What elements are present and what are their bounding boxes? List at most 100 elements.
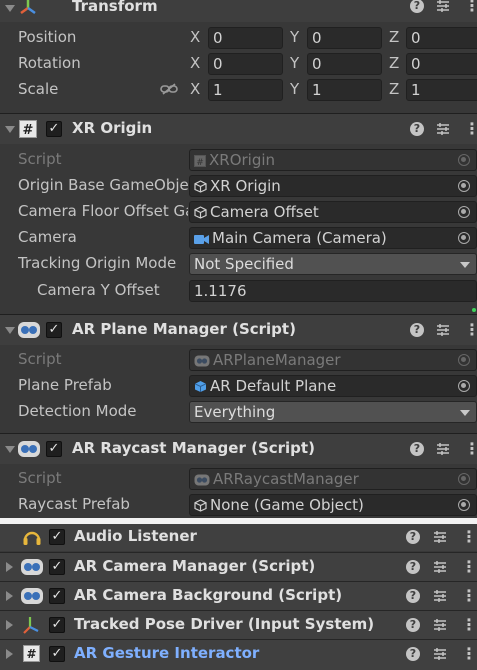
rotation-z-axis[interactable]: Z [389,54,399,72]
help-icon[interactable]: ? [406,589,420,603]
component-enabled-checkbox[interactable]: ✓ [49,617,65,633]
object-picker-icon[interactable] [458,380,470,392]
component-enabled-checkbox[interactable]: ✓ [49,559,65,575]
scale-z-field[interactable]: 1 [406,79,477,101]
ar-camera-background-header[interactable]: ✓ AR Camera Background (Script) ? ⋮ [0,581,477,610]
scale-y-axis[interactable]: Y [290,80,299,98]
component-menu-icon[interactable]: ⋮ [461,527,477,546]
tracked-pose-driver-header[interactable]: ✓ Tracked Pose Driver (Input System) ? ⋮ [0,610,477,639]
component-enabled-checkbox[interactable]: ✓ [49,529,65,545]
component-enabled-checkbox[interactable]: ✓ [46,441,62,457]
presets-icon[interactable] [436,323,450,337]
component-enabled-checkbox[interactable]: ✓ [46,322,62,338]
help-icon[interactable]: ? [410,0,424,13]
help-icon[interactable]: ? [406,530,420,544]
presets-icon[interactable] [436,122,450,136]
component-menu-icon[interactable]: ⋮ [464,320,477,339]
presets-icon[interactable] [433,589,447,603]
foldout-arrow-icon[interactable] [6,591,13,601]
help-icon[interactable]: ? [406,560,420,574]
ar-gesture-interactor-header[interactable]: # ✓ AR Gesture Interactor ? ⋮ [0,639,477,670]
component-menu-icon[interactable]: ⋮ [461,586,477,605]
object-picker-icon[interactable] [458,180,470,192]
ar-camera-manager-header[interactable]: ✓ AR Camera Manager (Script) ? ⋮ [0,552,477,581]
help-icon[interactable]: ? [410,442,424,456]
position-label: Position [18,28,77,46]
scale-x-axis[interactable]: X [190,80,200,98]
presets-icon[interactable] [436,0,450,13]
plane-prefab-field[interactable]: AR Default Plane [189,375,477,397]
scale-z-axis[interactable]: Z [389,80,399,98]
raycast-prefab-field[interactable]: None (Game Object) [189,494,477,516]
component-enabled-checkbox[interactable]: ✓ [49,588,65,604]
foldout-arrow-icon[interactable] [6,649,13,659]
foldout-arrow-icon[interactable] [5,5,15,12]
presets-icon[interactable] [433,647,447,661]
dropdown-arrow-icon [460,262,470,268]
object-picker-icon[interactable] [458,232,470,244]
audio-listener-header[interactable]: ✓ Audio Listener ? ⋮ [0,524,477,551]
camera-y-offset-field[interactable]: 1.1176 [189,280,477,302]
position-x-field[interactable]: 0 [208,27,283,49]
object-picker-icon[interactable] [458,499,470,511]
object-picker-icon[interactable] [458,206,470,218]
foldout-arrow-icon[interactable] [5,126,15,133]
help-icon[interactable]: ? [406,618,420,632]
ar-raycast-manager-header[interactable]: ✓ AR Raycast Manager (Script) ? ⋮ [0,433,477,464]
rotation-x-field[interactable]: 0 [208,53,283,75]
component-menu-icon[interactable]: ⋮ [464,439,477,458]
position-z-field[interactable]: 0 [406,27,477,49]
position-z-axis[interactable]: Z [389,28,399,46]
component-menu-icon[interactable]: ⋮ [464,119,477,138]
rotation-x-axis[interactable]: X [190,54,200,72]
presets-icon[interactable] [433,618,447,632]
help-icon[interactable]: ? [410,323,424,337]
component-menu-icon[interactable]: ⋮ [464,0,477,15]
camera-floor-offset-label: Camera Floor Offset GameObject [18,202,188,220]
foldout-arrow-icon[interactable] [6,620,13,630]
gameobject-cube-icon [194,499,207,512]
ar-plane-manager-header[interactable]: ✓ AR Plane Manager (Script) ? ⋮ [0,314,477,345]
component-title: XR Origin [72,119,153,137]
ar-foundation-icon [194,355,210,367]
position-y-axis[interactable]: Y [290,28,299,46]
rotation-y-axis[interactable]: Y [290,54,299,72]
scale-y-field[interactable]: 1 [307,79,382,101]
headphones-icon [23,531,41,545]
presets-icon[interactable] [433,530,447,544]
transform-header[interactable]: Transform ? ⋮ [0,0,477,22]
help-icon[interactable]: ? [406,647,420,661]
camera-floor-offset-field[interactable]: Camera Offset [189,201,477,223]
component-menu-icon[interactable]: ⋮ [461,644,477,663]
link-scale-icon[interactable] [160,82,178,96]
component-enabled-checkbox[interactable]: ✓ [46,121,62,137]
presets-icon[interactable] [436,442,450,456]
plane-prefab-value: AR Default Plane [210,377,337,395]
position-y-field[interactable]: 0 [307,27,382,49]
xr-origin-header[interactable]: # ✓ XR Origin ? ⋮ [0,113,477,144]
component-title: Audio Listener [74,527,197,545]
origin-base-field[interactable]: XR Origin [189,175,477,197]
camera-field[interactable]: Main Camera (Camera) [189,227,477,249]
foldout-arrow-icon[interactable] [6,562,13,572]
component-menu-icon[interactable]: ⋮ [461,557,477,576]
scale-x-field[interactable]: 1 [208,79,283,101]
component-enabled-checkbox[interactable]: ✓ [49,646,65,662]
ar-foundation-icon [18,441,40,457]
prefab-icon [194,381,207,392]
detection-mode-dropdown[interactable]: Everything [189,401,477,423]
component-menu-icon[interactable]: ⋮ [461,615,477,634]
rotation-y-field[interactable]: 0 [307,53,382,75]
presets-icon[interactable] [433,560,447,574]
origin-base-label: Origin Base GameObject [18,176,188,194]
foldout-arrow-icon[interactable] [5,446,15,453]
camera-y-offset-label[interactable]: Camera Y Offset [37,281,160,299]
rotation-z-field[interactable]: 0 [406,53,477,75]
foldout-arrow-icon[interactable] [5,327,15,334]
position-x-axis[interactable]: X [190,28,200,46]
script-label: Script [18,150,62,168]
help-icon[interactable]: ? [410,122,424,136]
tracking-origin-mode-dropdown[interactable]: Not Specified [189,253,477,275]
script-value: ARRaycastManager [213,470,359,488]
script-field: # XROrigin [189,149,477,171]
